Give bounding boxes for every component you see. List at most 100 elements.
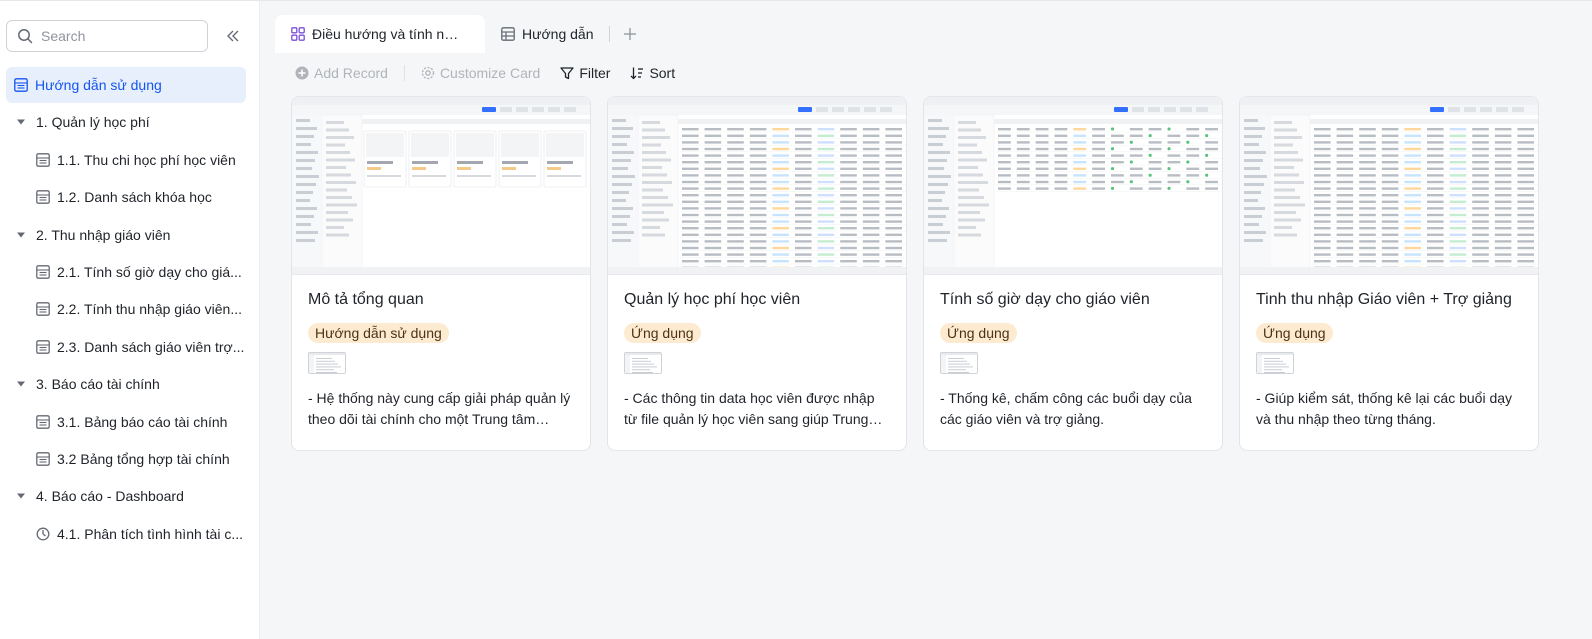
sidebar-item-label: 2.3. Danh sách giáo viên trợ... — [57, 338, 245, 355]
grid-icon — [501, 27, 515, 41]
card-cover-image — [608, 97, 906, 274]
sidebar-item-label: 2.1. Tính số giờ dạy cho giá... — [57, 263, 242, 280]
sidebar-item-label: 2. Thu nhập giáo viên — [36, 226, 171, 243]
card-tag: Ứng dụng — [940, 323, 1017, 343]
sidebar-folder-11[interactable]: 4. Báo cáo - Dashboard — [6, 478, 246, 514]
card-cover — [608, 97, 906, 275]
view-tabs: Điều hướng và tính nă... Hướng dẫn — [260, 1, 1592, 53]
table-icon — [36, 265, 50, 279]
card-attachment[interactable] — [1256, 352, 1294, 374]
tab-label: Hướng dẫn — [522, 26, 594, 42]
add-record-label: Add Record — [314, 65, 388, 81]
sidebar-item-9[interactable]: 3.1. Bảng báo cáo tài chính — [6, 404, 246, 440]
sidebar-item-5[interactable]: 2.1. Tính số giờ dạy cho giá... — [6, 254, 246, 290]
caret-down-icon[interactable] — [16, 379, 26, 389]
sidebar-item-7[interactable]: 2.3. Danh sách giáo viên trợ... — [6, 329, 246, 365]
sort-button[interactable]: Sort — [630, 65, 675, 81]
gallery-icon — [291, 27, 305, 41]
double-chevron-left-icon — [227, 30, 239, 42]
sidebar-item-0[interactable]: Hướng dẫn sử dụng — [6, 67, 246, 103]
card-body: Tính số giờ dạy cho giáo viên Ứng dụng - T… — [924, 275, 1222, 430]
card-description: - Các thông tin data học viên được nhập … — [624, 390, 875, 427]
table-icon — [36, 190, 50, 205]
card-cover — [924, 97, 1222, 275]
attachment-thumbnail-image — [309, 353, 345, 373]
card-tag: Ứng dụng — [1256, 323, 1333, 343]
table-icon — [36, 452, 50, 466]
card-cover — [292, 97, 590, 275]
sidebar-item-10[interactable]: 3.2 Bảng tổng hợp tài chính — [6, 441, 246, 477]
sidebar-item-2[interactable]: 1.1. Thu chi học phí học viên — [6, 142, 246, 178]
sidebar-item-label: 1. Quản lý học phí — [36, 114, 150, 131]
sidebar-folder-1[interactable]: 1. Quản lý học phí — [6, 104, 246, 140]
filter-button[interactable]: Filter — [560, 65, 610, 81]
gear-icon — [421, 66, 435, 80]
sidebar-item-label: 3. Báo cáo tài chính — [36, 376, 160, 393]
card-attachment[interactable] — [940, 352, 978, 374]
dashboard-icon — [36, 527, 50, 541]
card-cover — [1240, 97, 1538, 275]
sidebar-item-label: Hướng dẫn sử dụng — [35, 77, 162, 93]
card-tag: Hướng dẫn sử dụng — [308, 323, 449, 343]
gallery-card[interactable]: Tinh thu nhập Giáo viên + Trợ giảng Ứng d… — [1239, 96, 1539, 451]
gallery-cards: Mô tả tổng quan Hướng dẫn sử dụng - Hệ thố… — [260, 93, 1592, 451]
attachment-thumbnail-image — [625, 353, 661, 373]
view-toolbar: Add Record Customize Card Filter Sort — [260, 53, 1592, 93]
card-cover-image — [924, 97, 1222, 274]
caret-down-icon[interactable] — [16, 491, 26, 501]
caret-down-icon[interactable] — [16, 117, 26, 127]
card-description: - Giúp kiểm sát, thống kê lại các buổi d… — [1256, 390, 1513, 427]
sidebar-item-label: 1.1. Thu chi học phí học viên — [57, 151, 236, 168]
card-title: Mô tả tổng quan — [308, 291, 424, 308]
sidebar-item-label: 3.1. Bảng báo cáo tài chính — [57, 413, 228, 430]
card-body: Quản lý học phí học viên Ứng dụng - Các th… — [608, 275, 906, 430]
tab-gallery-view[interactable]: Điều hướng và tính nă... — [275, 15, 485, 53]
table-icon — [36, 339, 50, 354]
collapse-sidebar-button[interactable] — [222, 24, 245, 48]
search-box[interactable] — [6, 20, 208, 52]
caret-down-icon[interactable] — [16, 230, 26, 240]
tab-label: Điều hướng và tính nă... — [312, 26, 462, 42]
sidebar-item-label: 3.2 Bảng tổng hợp tài chính — [57, 450, 230, 467]
sidebar-item-label: 4. Báo cáo - Dashboard — [36, 488, 184, 505]
card-attachment[interactable] — [308, 352, 346, 374]
card-cover-image — [1240, 97, 1538, 274]
customize-card-label: Customize Card — [439, 65, 541, 81]
card-tag: Ứng dụng — [624, 323, 701, 343]
sidebar-item-label: 4.1. Phân tích tình hình tài c... — [57, 525, 244, 542]
card-body: Tinh thu nhập Giáo viên + Trợ giảng Ứng d… — [1240, 275, 1538, 430]
table-icon — [14, 78, 28, 92]
card-description: - Hệ thống này cung cấp giải pháp quản l… — [308, 390, 571, 427]
sidebar-item-label: 1.2. Danh sách khóa học — [57, 189, 212, 206]
sidebar-tree: Hướng dẫn sử dụng 1. Quản lý học phí 1.1. … — [0, 67, 259, 552]
customize-card-button[interactable]: Customize Card — [421, 65, 540, 81]
sort-icon — [630, 67, 644, 80]
gallery-card[interactable]: Mô tả tổng quan Hướng dẫn sử dụng - Hệ thố… — [291, 96, 591, 451]
attachment-thumbnail-image — [941, 353, 977, 373]
gallery-card[interactable]: Tính số giờ dạy cho giáo viên Ứng dụng - T… — [923, 96, 1223, 451]
sidebar-item-12[interactable]: 4.1. Phân tích tình hình tài c... — [6, 516, 246, 552]
sidebar-item-6[interactable]: 2.2. Tính thu nhập giáo viên... — [6, 291, 246, 327]
card-title: Quản lý học phí học viên — [624, 291, 801, 308]
card-attachment[interactable] — [624, 352, 662, 374]
main-area: Điều hướng và tính nă... Hướng dẫn Add R… — [260, 1, 1592, 639]
table-icon — [36, 302, 50, 317]
sort-label: Sort — [649, 65, 676, 81]
add-record-button[interactable]: Add Record — [295, 65, 388, 81]
plus-circle-icon — [295, 66, 309, 80]
sidebar-item-3[interactable]: 1.2. Danh sách khóa học — [6, 179, 246, 215]
table-icon — [36, 414, 50, 429]
tab-grid-view[interactable]: Hướng dẫn — [485, 15, 609, 53]
sidebar-search-row — [0, 1, 259, 53]
search-input[interactable] — [41, 28, 201, 44]
search-icon — [18, 29, 33, 44]
filter-icon — [560, 67, 574, 80]
sidebar-item-label: 2.2. Tính thu nhập giáo viên... — [57, 301, 242, 318]
table-icon — [36, 152, 50, 167]
sidebar-folder-8[interactable]: 3. Báo cáo tài chính — [6, 366, 246, 402]
sidebar-folder-4[interactable]: 2. Thu nhập giáo viên — [6, 217, 246, 253]
plus-icon — [624, 28, 637, 40]
gallery-card[interactable]: Quản lý học phí học viên Ứng dụng - Các th… — [607, 96, 907, 451]
add-view-button[interactable] — [610, 15, 650, 53]
filter-label: Filter — [579, 65, 611, 81]
